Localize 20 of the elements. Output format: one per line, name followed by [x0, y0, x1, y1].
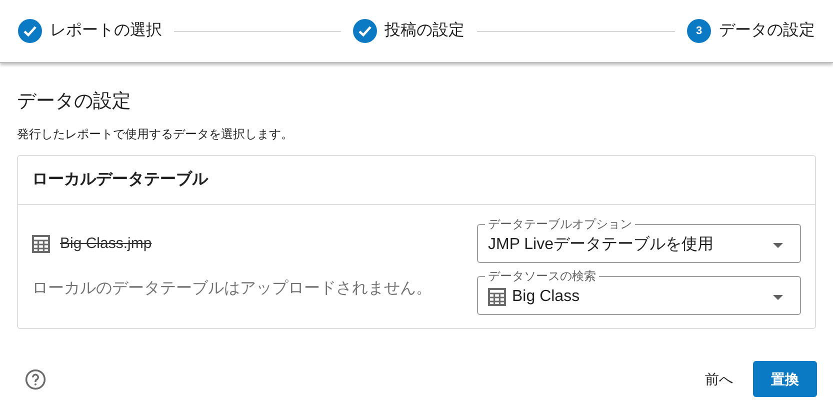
caret-icon [773, 294, 783, 300]
table-icon [32, 235, 50, 253]
dropdown-field[interactable]: データテーブルオプション JMP Liveデータテーブルを使用 [477, 216, 801, 263]
section-description: 発行したレポートで使用するデータを選択します。 [17, 126, 294, 143]
section-title: データの設定 [17, 90, 132, 114]
upload-note: ローカルのデータテーブルはアップロードされません。 [32, 278, 432, 299]
card-title: ローカルデータテーブル [32, 169, 208, 190]
replace-button[interactable]: 置換 [753, 361, 817, 397]
dropdown-field[interactable]: データソースの検索 Big Class [477, 268, 801, 315]
back-button[interactable]: 前へ [701, 368, 737, 390]
step-label: レポートの選択 [50, 21, 162, 41]
step-label: データの設定 [719, 20, 815, 41]
caret-icon [773, 242, 783, 248]
step-label: 投稿の設定 [384, 20, 464, 41]
table-icon [488, 288, 506, 306]
field-label: データソースの検索 [487, 268, 597, 284]
help-icon[interactable] [25, 368, 46, 390]
field-label: データテーブルオプション [487, 216, 633, 232]
file-name: Big Class.jmp [60, 234, 152, 254]
step-number: 3 [696, 24, 702, 39]
